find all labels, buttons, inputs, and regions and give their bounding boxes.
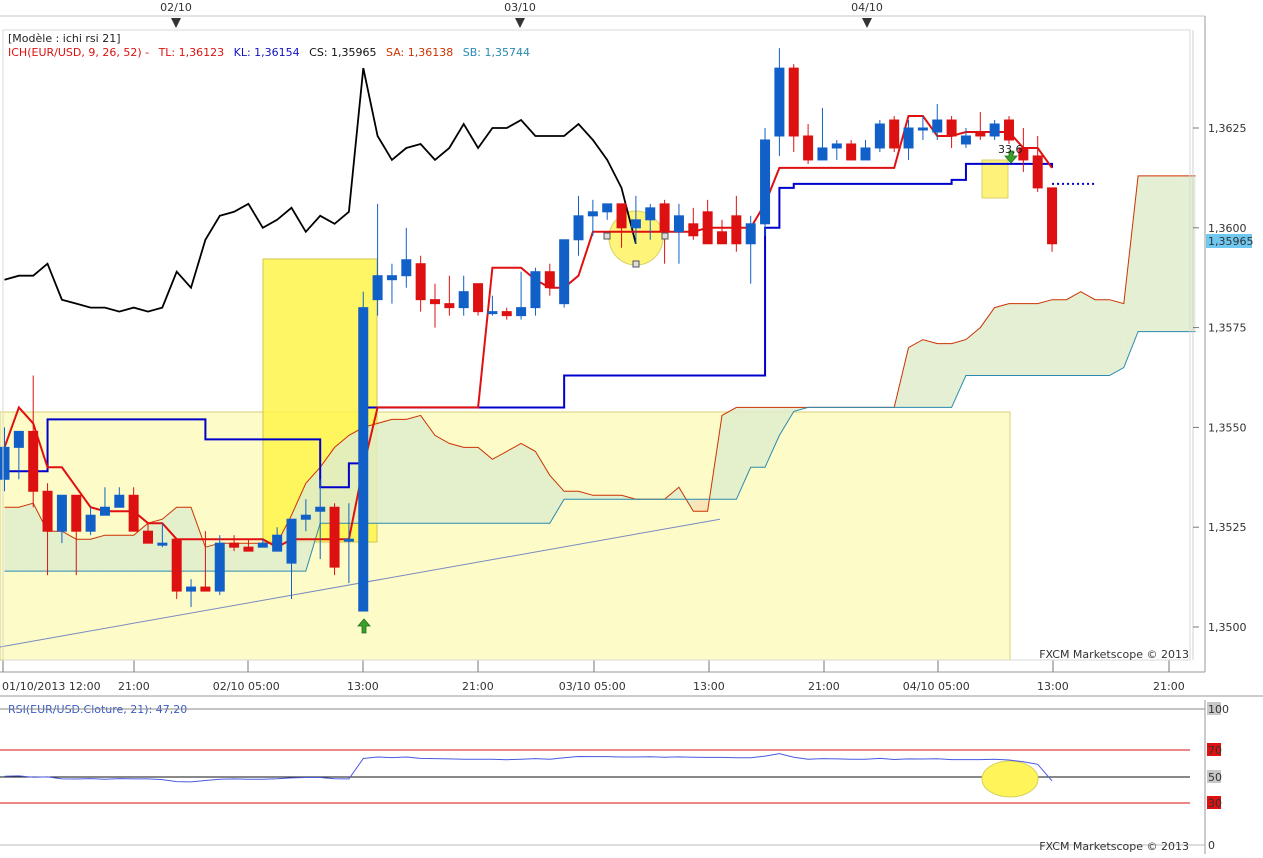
cloud-segment [1080, 291, 1096, 376]
cloud-segment [90, 535, 105, 572]
rsi-watermark: FXCM Marketscope © 2013 [1039, 840, 1189, 853]
top-date-label: 03/10 [504, 1, 536, 14]
cloud-segment [922, 339, 938, 408]
candle [358, 291, 369, 612]
cloud-segment [506, 443, 522, 524]
cloud-segment [607, 495, 622, 500]
rsi-level-label: 30 [1208, 797, 1222, 810]
cloud-segment [1037, 299, 1053, 376]
cloud-segment [1066, 291, 1081, 376]
cloud-segment [908, 339, 923, 408]
cloud-segment [937, 343, 952, 408]
rsi-level-label: 100 [1208, 703, 1229, 716]
cloud-segment [592, 495, 608, 500]
time-tick-label: 21:00 [1153, 680, 1185, 693]
candle [214, 535, 225, 596]
ich-prefix: ICH(EUR/USD, 9, 26, 52) - [8, 46, 149, 59]
candle [889, 116, 900, 152]
cloud-segment [1166, 175, 1182, 332]
cloud-segment [18, 503, 34, 572]
time-tick-label: 03/10 05:00 [559, 680, 626, 693]
candle [329, 503, 340, 576]
time-tick-label: 21:00 [462, 680, 494, 693]
price-tick-label: 1,3575 [1208, 322, 1247, 335]
cloud-segment [1095, 299, 1110, 376]
time-tick-label: 21:00 [808, 680, 840, 693]
watermark: FXCM Marketscope © 2013 [1039, 648, 1189, 661]
time-tick-label: 02/10 05:00 [213, 680, 280, 693]
cloud-segment [492, 451, 507, 524]
rsi-level-label: 70 [1208, 744, 1222, 757]
kl-value: KL: 1,36154 [234, 46, 300, 59]
cloud-segment [1152, 175, 1167, 332]
indicator-legend: ICH(EUR/USD, 9, 26, 52) - TL: 1,36123 KL… [8, 46, 530, 59]
cloud-segment [1109, 299, 1124, 376]
cloud-segment [76, 539, 91, 572]
rsi-highlight [981, 760, 1039, 798]
candle [760, 128, 771, 236]
cloud-segment [722, 407, 737, 500]
candle [1047, 187, 1058, 252]
price-tick-label: 1,3500 [1208, 621, 1247, 634]
cloud-segment [47, 531, 62, 572]
cloud-segment [750, 407, 766, 468]
candle [473, 283, 484, 316]
cloud-segment [693, 499, 708, 512]
cloud-segment [463, 447, 479, 524]
cs-value: CS: 1,35965 [309, 46, 376, 59]
rsi-level-label: 50 [1208, 771, 1222, 784]
tl-value: TL: 1,36123 [158, 46, 225, 59]
price-tick-label: 1,3550 [1208, 421, 1247, 434]
cloud-segment [377, 419, 392, 524]
candle [1004, 116, 1014, 144]
top-date-label: 04/10 [851, 1, 883, 14]
candle [171, 538, 182, 600]
time-tick-label: 04/10 05:00 [903, 680, 970, 693]
cloud-segment [449, 443, 464, 524]
annotation-value: 33,6 [998, 143, 1023, 156]
cloud-segment [435, 435, 450, 524]
top-date-label: 02/10 [160, 1, 192, 14]
cloud-segment [994, 303, 1009, 376]
price-tick-label: 1,3600 [1208, 222, 1247, 235]
cloud-segment [391, 419, 407, 524]
time-tick-label: 13:00 [347, 680, 379, 693]
cloud-segment [1009, 303, 1024, 376]
price-tick-label: 1,3625 [1208, 122, 1247, 135]
cloud-segment [1052, 299, 1067, 376]
candle [874, 120, 885, 152]
cloud-segment [4, 507, 19, 572]
cloud-segment [1138, 175, 1153, 332]
sa-value: SA: 1,36138 [386, 46, 453, 59]
price-tick-label: 1,3525 [1208, 521, 1247, 534]
time-tick-label: 21:00 [118, 680, 150, 693]
cloud-segment [521, 443, 536, 524]
rsi-level-label: 0 [1208, 839, 1215, 852]
time-tick-label: 13:00 [693, 680, 725, 693]
cloud-segment [1023, 303, 1038, 376]
ichimoku-chart: 02/10 03/10 04/10 33,6 1,3625 1,3600 1,357… [0, 0, 1263, 854]
time-tick-label: 01/10/2013 12:00 [2, 680, 101, 693]
cloud-segment [564, 491, 579, 500]
candle [559, 239, 570, 308]
cloud-segment [478, 447, 493, 524]
model-label: [Modèle : ichi rsi 21] [8, 32, 121, 45]
current-price-label: 1,35965 [1208, 235, 1254, 248]
cloud-segment [104, 535, 120, 572]
sb-value: SB: 1,35744 [463, 46, 530, 59]
time-tick-label: 13:00 [1037, 680, 1069, 693]
cloud-segment [119, 535, 134, 572]
cloud-segment [406, 415, 421, 524]
